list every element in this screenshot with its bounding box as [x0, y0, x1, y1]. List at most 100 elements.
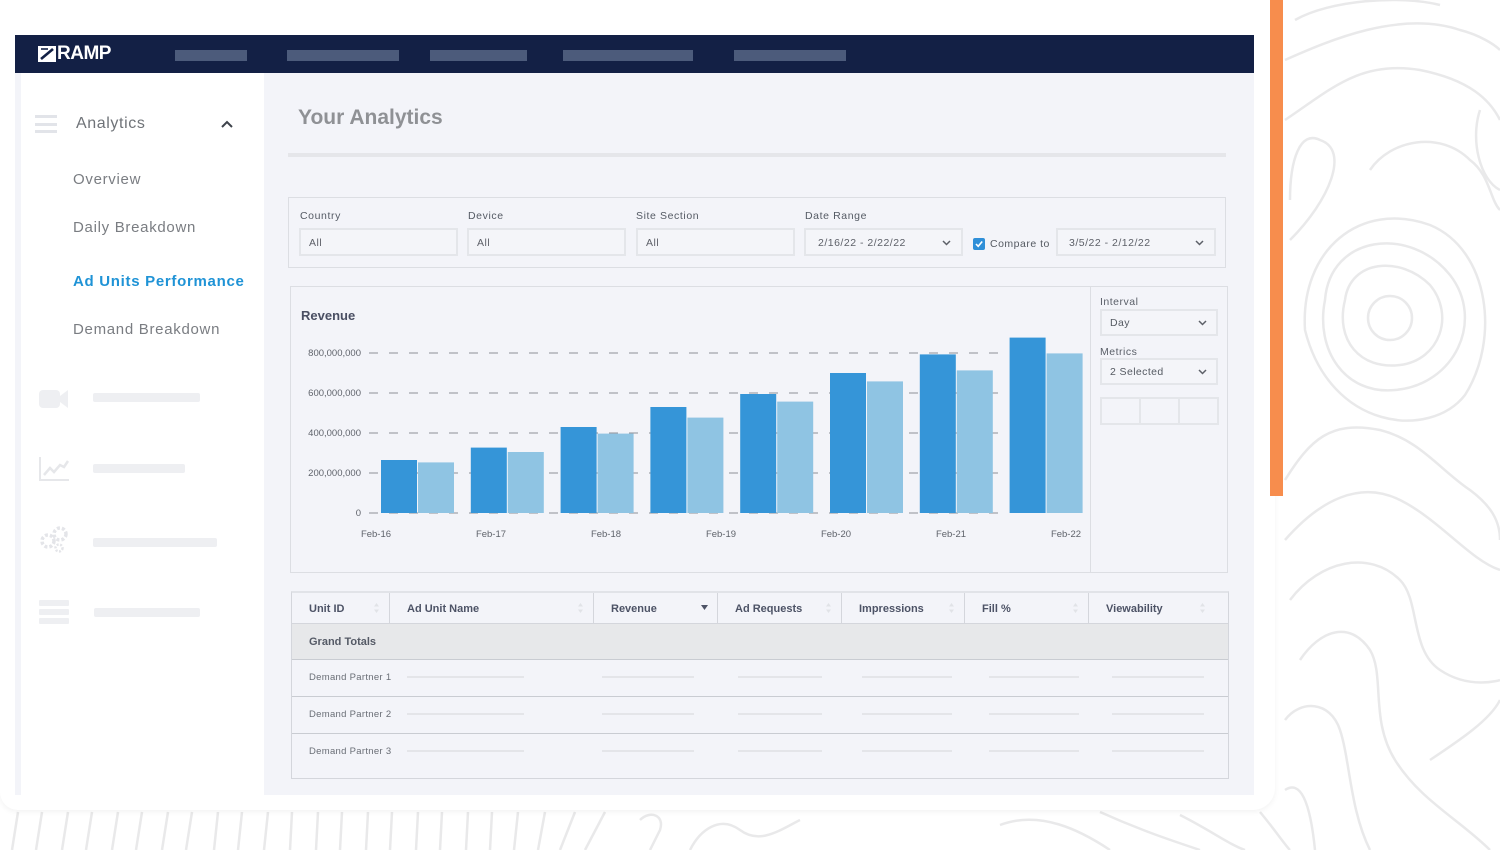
chevron-down-icon [1198, 369, 1207, 375]
bar-compare [1046, 353, 1083, 513]
cell-placeholder [1112, 676, 1204, 678]
device-label: Device [468, 210, 504, 222]
sort-icon [1073, 603, 1078, 613]
nav-item-1[interactable] [175, 50, 247, 61]
bar-selected [381, 460, 417, 513]
cell-placeholder [738, 750, 822, 752]
chart-title: Revenue [301, 308, 356, 323]
chevron-down-icon [1198, 320, 1207, 326]
nav-item-4[interactable] [563, 50, 693, 61]
country-value: All [309, 237, 323, 249]
bar-compare [956, 370, 993, 513]
toggle-option-1[interactable] [1102, 399, 1141, 423]
column-label: Ad Requests [735, 603, 803, 615]
toggle-option-3[interactable] [1180, 399, 1217, 423]
chart-type-toggle [1100, 397, 1219, 425]
bar-compare [597, 433, 634, 513]
sidebar-placeholder-item-4[interactable] [94, 608, 200, 617]
revenue-chart: 0 200,000,000 400,000,000 600,000,000 800,00… [308, 337, 1083, 540]
sidebar-item-daily-breakdown[interactable]: Daily Breakdown [73, 219, 196, 236]
device-select[interactable]: All [467, 228, 626, 256]
server-list-icon[interactable] [38, 598, 70, 626]
device-value: All [477, 237, 491, 249]
y-tick-label: 800,000,000 [308, 348, 361, 359]
compare-label[interactable]: Compare to [990, 238, 1050, 250]
sidebar-item-demand-breakdown[interactable]: Demand Breakdown [73, 321, 220, 338]
chevron-up-icon[interactable] [221, 119, 233, 129]
toggle-option-2[interactable] [1141, 399, 1180, 423]
column-header-ad-unit-name[interactable]: Ad Unit Name [390, 593, 594, 624]
nav-item-5[interactable] [734, 50, 846, 61]
sort-icon [1200, 603, 1205, 613]
sidebar-item-overview[interactable]: Overview [73, 171, 141, 188]
cell-placeholder [407, 713, 524, 715]
compare-checkbox[interactable] [973, 238, 985, 250]
country-select[interactable]: All [299, 228, 458, 256]
table-row[interactable]: Demand Partner 3 [292, 734, 1228, 771]
sort-desc-icon [701, 605, 708, 610]
bar-selected [830, 373, 866, 513]
sidebar: Analytics Overview Daily Breakdown Ad Un… [21, 73, 264, 795]
chart-controls: Interval Day Metrics 2 Selected [1092, 287, 1228, 572]
bar-compare [687, 417, 724, 513]
ramp-logo[interactable]: RAMP [38, 43, 111, 65]
revenue-chart-panel: 0 200,000,000 400,000,000 600,000,000 800,00… [290, 286, 1228, 573]
video-camera-icon[interactable] [38, 385, 70, 413]
table-row[interactable]: Demand Partner 1 [292, 660, 1228, 697]
metrics-label: Metrics [1100, 346, 1138, 358]
hamburger-menu-icon[interactable] [35, 115, 57, 133]
x-tick-label: Feb-17 [476, 529, 506, 540]
table-header: Unit ID Ad Unit Name Revenue Ad Requests [292, 593, 1228, 624]
sidebar-placeholder-item-3[interactable] [93, 538, 217, 547]
column-header-viewability[interactable]: Viewability [1089, 593, 1228, 624]
metrics-select[interactable]: 2 Selected [1100, 358, 1218, 385]
metrics-value: 2 Selected [1110, 366, 1164, 378]
line-chart-icon[interactable] [38, 455, 70, 483]
date-range-label: Date Range [805, 210, 868, 222]
topo-lines-bottom [10, 810, 1291, 850]
sidebar-placeholder-item-2[interactable] [93, 464, 185, 473]
sort-icon [826, 603, 831, 613]
sidebar-placeholder-item-1[interactable] [93, 393, 200, 402]
nav-item-2[interactable] [287, 50, 399, 61]
cell-placeholder [602, 750, 694, 752]
sidebar-section-analytics[interactable]: Analytics [76, 115, 145, 133]
column-header-unit-id[interactable]: Unit ID [292, 593, 390, 624]
column-header-fill-percent[interactable]: Fill % [965, 593, 1089, 624]
column-label: Impressions [859, 603, 924, 615]
gears-icon[interactable] [38, 525, 70, 553]
cell-placeholder [862, 676, 952, 678]
x-tick-label: Feb-20 [821, 529, 851, 540]
cell-placeholder [602, 713, 694, 715]
top-navigation-bar: RAMP [15, 35, 1254, 73]
y-tick-label: 400,000,000 [308, 428, 361, 439]
sidebar-item-ad-units-performance[interactable]: Ad Units Performance [73, 273, 245, 290]
app-window: RAMP Analytics Overview Daily Breakdown … [15, 35, 1254, 795]
cell-placeholder [738, 713, 822, 715]
cell-placeholder [989, 676, 1079, 678]
bar-selected [470, 447, 507, 513]
bar-selected [1009, 337, 1046, 513]
site-section-select[interactable]: All [636, 228, 795, 256]
cell-placeholder [407, 750, 524, 752]
column-header-revenue[interactable]: Revenue [594, 593, 718, 624]
date-range-value: 2/16/22 - 2/22/22 [818, 237, 906, 249]
cell-placeholder [407, 676, 524, 678]
column-header-impressions[interactable]: Impressions [842, 593, 965, 624]
table-row[interactable]: Demand Partner 2 [292, 697, 1228, 734]
compare-range-select[interactable]: 3/5/22 - 2/12/22 [1056, 228, 1216, 256]
x-tick-label: Feb-16 [361, 529, 391, 540]
accent-bar [1270, 0, 1283, 496]
nav-item-3[interactable] [430, 50, 527, 61]
cell-placeholder [989, 750, 1079, 752]
interval-select[interactable]: Day [1100, 309, 1218, 336]
cell-placeholder [738, 676, 822, 678]
column-label: Revenue [611, 603, 657, 615]
site-section-value: All [646, 237, 660, 249]
column-label: Ad Unit Name [407, 603, 480, 615]
bar-selected [560, 427, 597, 513]
y-tick-label: 0 [356, 508, 361, 519]
bar-compare [507, 452, 544, 513]
column-header-ad-requests[interactable]: Ad Requests [718, 593, 842, 624]
date-range-select[interactable]: 2/16/22 - 2/22/22 [804, 228, 963, 256]
